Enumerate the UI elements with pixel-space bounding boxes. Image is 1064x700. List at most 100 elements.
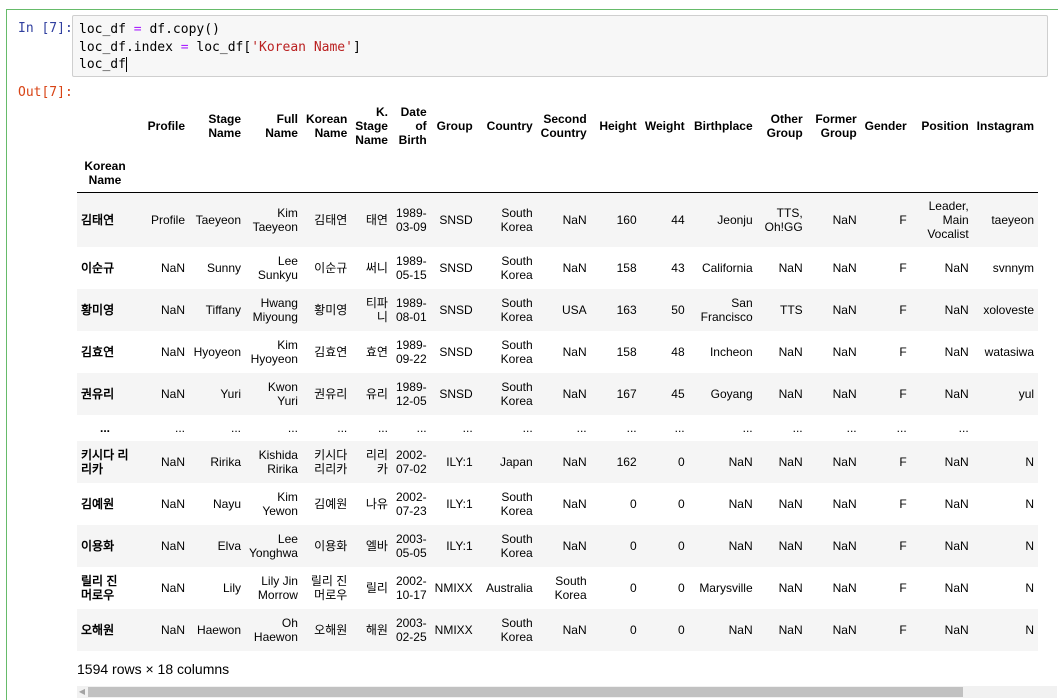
table-cell: USA [561, 302, 587, 317]
table-cell: NaN [944, 260, 969, 275]
table-cell: 1989-09-22 [395, 337, 427, 366]
column-header: K. Stage Name [355, 105, 388, 147]
table-cell: Lily [222, 580, 241, 595]
column-header: Position [921, 119, 969, 133]
table-cell: NaN [832, 212, 857, 227]
dataframe-shape: 1594 rows × 18 columns [77, 661, 230, 677]
table-cell: 158 [616, 260, 637, 275]
column-header: Birthplace [693, 119, 753, 133]
table-cell: svnnym [992, 260, 1035, 275]
table-cell: TTS, Oh!GG [764, 205, 803, 234]
table-cell: 이용화 [314, 538, 348, 553]
table-cell: N [1025, 454, 1035, 469]
table-cell: 김효연 [314, 344, 348, 359]
table-cell: South Korea [500, 489, 533, 518]
table-cell: 김예원 [314, 496, 348, 511]
index-name: Korean Name [84, 159, 126, 187]
table-cell: 0 [629, 580, 637, 595]
table-cell: NaN [944, 622, 969, 637]
column-header-spacer [591, 154, 641, 193]
column-header-spacer [245, 154, 302, 193]
table-cell: Kim Hyoyeon [250, 337, 298, 366]
code-input[interactable]: loc_df = df.copy() loc_df.index = loc_df[… [72, 15, 1048, 77]
table-cell: 1989-08-01 [395, 295, 427, 324]
column-header-spacer [757, 154, 807, 193]
table-cell: Goyang [710, 386, 753, 401]
table-cell: 0 [629, 496, 637, 511]
table-cell: NaN [562, 386, 587, 401]
column-header: Stage Name [208, 112, 241, 140]
row-index: 김예원 [81, 496, 115, 511]
table-cell: ... [174, 420, 185, 435]
table-cell: ... [230, 420, 241, 435]
table-row: 김예원 NaN Nayu Kim Yewon 김예원 나유 2002-07-23 ILY:1 S… [77, 483, 1038, 525]
table-row: ........................................… [77, 415, 1038, 441]
table-cell: NaN [832, 454, 857, 469]
table-cell: F [899, 538, 907, 553]
table-cell: 써니 [365, 260, 388, 275]
text-cursor [125, 57, 127, 72]
table-cell: Leader, Main Vocalist [927, 198, 969, 241]
table-cell: ... [287, 420, 298, 435]
row-index: ... [99, 420, 110, 435]
table-cell: Jeonju [717, 212, 753, 227]
table-cell: NaN [562, 622, 587, 637]
code-token: loc_df.index [79, 39, 181, 55]
table-cell: 2003-02-25 [395, 615, 427, 644]
table-cell: 티파니 [365, 295, 388, 324]
table-cell: NaN [728, 496, 753, 511]
table-cell: 1989-05-15 [395, 253, 427, 282]
table-cell: Hwang Miyoung [252, 295, 298, 324]
table-cell: Haewon [196, 622, 241, 637]
table-cell: NaN [832, 386, 857, 401]
horizontal-scrollbar[interactable]: ◀ [77, 686, 1057, 698]
table-cell: F [899, 344, 907, 359]
table-cell: NaN [562, 212, 587, 227]
table-cell: NaN [562, 454, 587, 469]
table-cell: Elva [217, 538, 241, 553]
column-header: Second Country [540, 112, 587, 140]
table-cell: California [701, 260, 753, 275]
table-cell: San Francisco [700, 295, 753, 324]
column-header: Weight [644, 119, 685, 133]
table-cell: Kishida Ririka [258, 447, 298, 476]
column-header: Country [486, 119, 533, 133]
row-index: 김효연 [81, 344, 115, 359]
column-header-spacer [537, 154, 591, 193]
table-cell: 1989-03-09 [395, 205, 427, 234]
table-cell: NaN [944, 386, 969, 401]
code-line: loc_df = df.copy() [79, 21, 1041, 39]
table-cell: South Korea [500, 253, 533, 282]
table-cell: 2002-07-02 [395, 447, 427, 476]
table-cell: 0 [629, 622, 637, 637]
table-cell: ILY:1 [446, 454, 473, 469]
table-cell: N [1025, 496, 1035, 511]
table-cell: F [899, 580, 907, 595]
row-index: 키시다 리리카 [81, 447, 129, 476]
table-cell: South Korea [500, 205, 533, 234]
table-cell: ... [846, 420, 857, 435]
table-row: 황미영 NaN Tiffany Hwang Miyoung 황미영 티파니 1989-08-… [77, 288, 1039, 331]
code-line: loc_df.index = loc_df['Korean Name'] [79, 39, 1041, 57]
table-cell: 162 [616, 454, 637, 469]
table-cell: 1989-12-05 [395, 379, 427, 408]
dataframe-output: Profile Stage Name Full Name Korean Name K. … [77, 98, 1057, 658]
table-cell: Lily Jin Morrow [257, 573, 298, 602]
table-cell: NaN [778, 580, 803, 595]
table-cell: 2002-10-17 [395, 573, 427, 602]
table-cell: NaN [944, 302, 969, 317]
table-cell: Yuri [220, 386, 241, 401]
scroll-left-arrow-icon[interactable]: ◀ [77, 686, 87, 698]
scrollbar-thumb[interactable] [88, 687, 963, 697]
table-cell: 릴리 [365, 580, 388, 595]
table-cell: Lee Sunkyu [257, 253, 298, 282]
row-index: 권유리 [81, 386, 115, 401]
table-cell: 키시다 리리카 [314, 447, 348, 476]
table-cell: yul [1018, 386, 1035, 401]
table-cell: SNSD [439, 344, 473, 359]
table-cell: NaN [832, 622, 857, 637]
table-cell: N [1025, 538, 1035, 553]
table-cell: Incheon [709, 344, 753, 359]
column-header: Other Group [766, 112, 803, 140]
table-cell: NaN [728, 454, 753, 469]
